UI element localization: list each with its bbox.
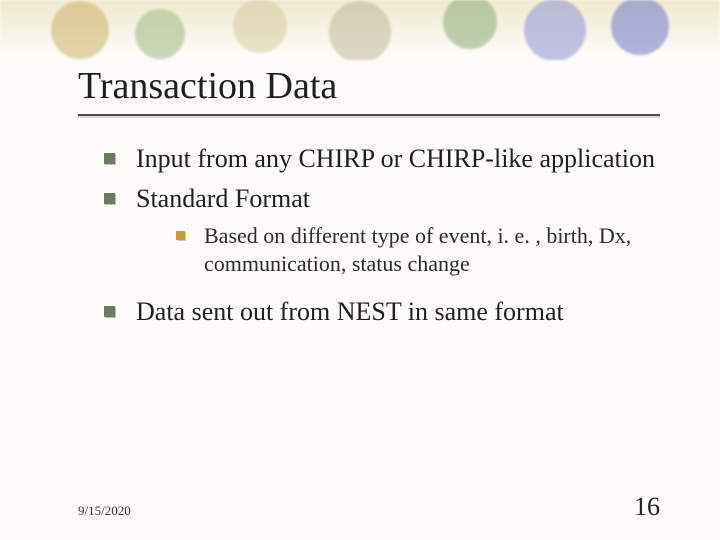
footer-page-number: 16 [634, 492, 660, 522]
bullet-text: Standard Format [136, 184, 310, 213]
sub-bullet-item: Based on different type of event, i. e. … [176, 222, 660, 279]
bullet-item: Data sent out from NEST in same format [104, 295, 660, 329]
title-underline [78, 114, 660, 116]
slide: Transaction Data Input from any CHIRP or… [0, 0, 720, 540]
slide-title: Transaction Data [78, 64, 660, 108]
bullet-item: Input from any CHIRP or CHIRP-like appli… [104, 142, 660, 176]
slide-footer: 9/15/2020 16 [78, 492, 660, 522]
bullet-text: Data sent out from NEST in same format [136, 297, 564, 326]
sub-bullet-text: Based on different type of event, i. e. … [204, 223, 631, 277]
sub-bullet-list: Based on different type of event, i. e. … [136, 216, 660, 289]
bullet-list: Input from any CHIRP or CHIRP-like appli… [78, 142, 660, 329]
bullet-text: Input from any CHIRP or CHIRP-like appli… [136, 144, 655, 173]
footer-date: 9/15/2020 [78, 503, 131, 519]
bullet-item: Standard Format Based on different type … [104, 182, 660, 289]
